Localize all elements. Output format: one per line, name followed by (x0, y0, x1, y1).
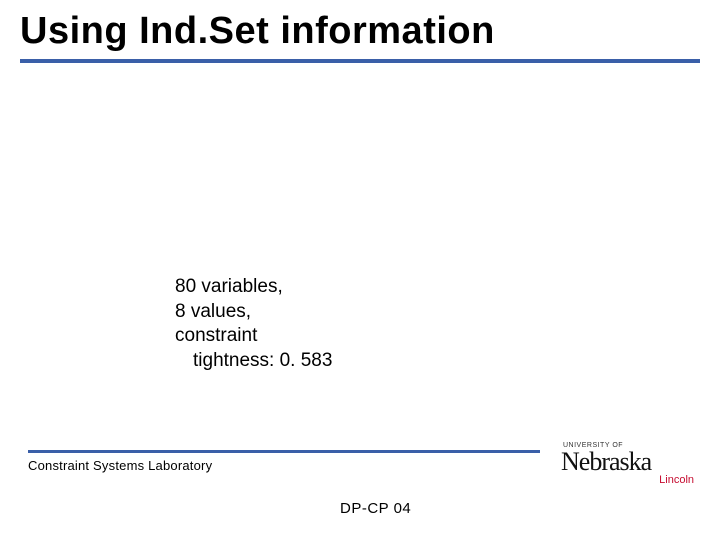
lab-name: Constraint Systems Laboratory (28, 458, 212, 473)
content-line-2: 8 values, (175, 301, 251, 322)
slide-code: DP-CP 04 (340, 500, 411, 517)
content-text: 80 variables, 8 values, constraint tight… (175, 275, 332, 374)
slide: Using Ind.Set information 80 variables, … (0, 0, 720, 540)
slide-title: Using Ind.Set information (20, 10, 700, 53)
content-line-4: tightness: 0. 583 (175, 349, 332, 374)
content-line-3: constraint (175, 325, 257, 346)
logo-city: Lincoln (561, 474, 696, 486)
university-logo: UNIVERSITY OF Nebraska Lincoln (561, 442, 696, 492)
title-block: Using Ind.Set information (20, 10, 700, 63)
footer-rule (28, 450, 540, 453)
title-rule (20, 59, 700, 63)
content-line-1: 80 variables, (175, 276, 283, 297)
logo-name: Nebraska (561, 450, 696, 473)
